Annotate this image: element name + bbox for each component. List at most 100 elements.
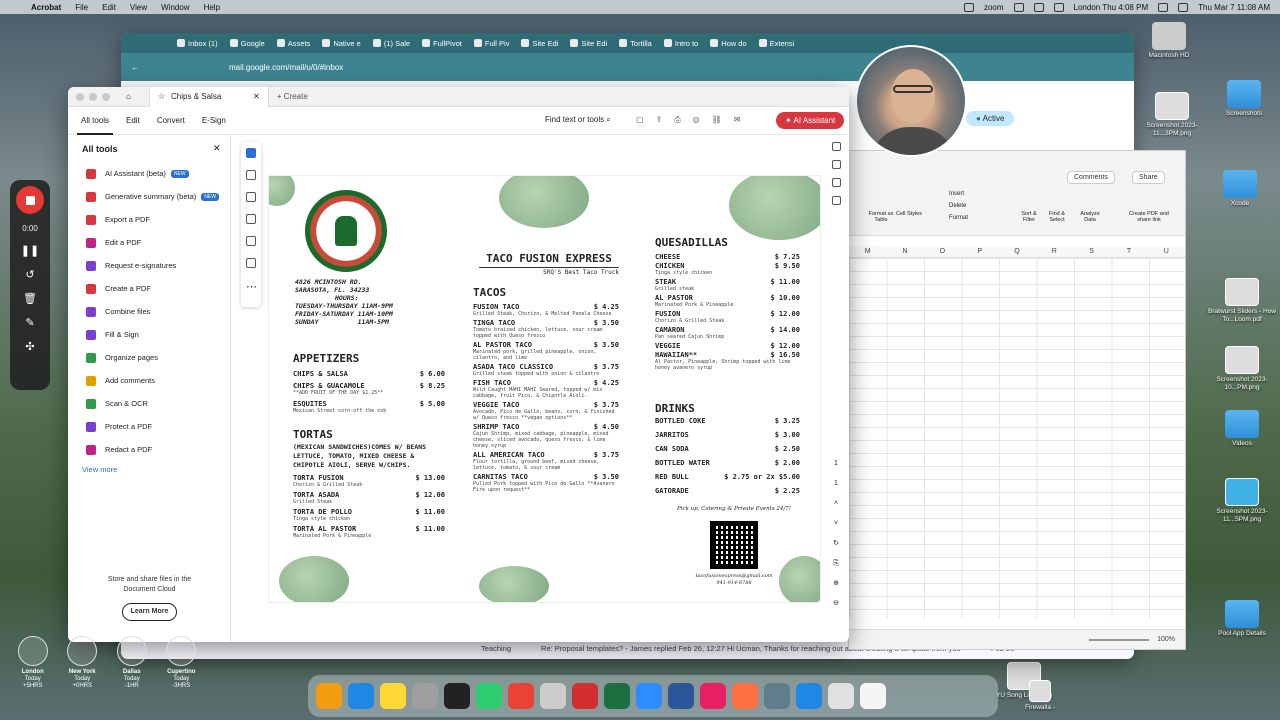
tool-item[interactable]: Generative summary (beta) NEW <box>86 185 230 208</box>
address-bar[interactable]: ← mail.google.com/mail/u/0/#inbox ☆ <box>121 53 1134 81</box>
comments-button[interactable]: Comments <box>1067 171 1115 184</box>
document-tab[interactable]: ☆ Chips & Salsa ✕ <box>148 87 269 107</box>
delete-button[interactable]: Delete <box>949 203 966 209</box>
cell-styles-button[interactable]: Cell Styles <box>895 211 923 217</box>
menu-file[interactable]: File <box>75 3 88 12</box>
browser-tab[interactable]: (1) Sale <box>367 34 416 52</box>
desktop-icon-videos[interactable]: Videos <box>1208 410 1276 448</box>
url-text[interactable]: mail.google.com/mail/u/0/#inbox <box>229 63 343 72</box>
dock-app-icon[interactable] <box>380 683 406 709</box>
chevron-down-icon[interactable]: ˅ <box>833 514 839 534</box>
dock-app-icon[interactable] <box>444 683 470 709</box>
browser-tab[interactable]: Tortilla <box>613 34 658 52</box>
stop-recording-button[interactable] <box>16 186 44 214</box>
dock-app-icon[interactable] <box>508 683 534 709</box>
wifi-icon[interactable] <box>1158 2 1169 12</box>
close-tab-icon[interactable]: ✕ <box>253 92 260 101</box>
browser-tab[interactable]: How do <box>704 34 752 52</box>
dock-app-icon[interactable] <box>700 683 726 709</box>
world-clock[interactable]: London Thu 4:08 PM <box>1074 3 1149 12</box>
pages-icon[interactable] <box>831 196 841 205</box>
create-pdf-button[interactable]: Create PDF and share link <box>1125 211 1173 223</box>
clock-london[interactable]: London Today +5HRS <box>12 636 54 696</box>
clock-new-york[interactable]: New York Today +0HRS <box>62 636 104 696</box>
dock-app-icon[interactable] <box>348 683 374 709</box>
format-button[interactable]: Format <box>949 215 968 221</box>
browser-tab[interactable]: Assets <box>271 34 317 52</box>
home-icon[interactable]: ⌂ <box>126 92 131 101</box>
tool-item[interactable]: Fill & Sign <box>86 323 230 346</box>
refresh-icon[interactable]: ↻ <box>833 534 839 554</box>
browser-tab[interactable]: FullPivot <box>416 34 468 52</box>
desktop-icon-firewalla[interactable]: Firewalla - <box>1006 680 1074 712</box>
effects-icon[interactable]: ✣ <box>23 339 37 353</box>
tool-item[interactable]: Redact a PDF <box>86 438 230 461</box>
status-active[interactable]: ● Active <box>966 111 1015 126</box>
comment-icon[interactable] <box>831 160 841 169</box>
browser-tab[interactable]: Native e <box>316 34 367 52</box>
bookmark-icon[interactable] <box>831 178 841 187</box>
qr-code[interactable] <box>710 521 758 569</box>
page-number[interactable]: 1 <box>833 454 839 474</box>
save-icon[interactable]: ⎘ <box>833 554 839 574</box>
select-cursor-icon[interactable] <box>246 148 256 158</box>
menu-view[interactable]: View <box>130 3 147 12</box>
display-icon[interactable] <box>1033 2 1044 12</box>
tool-item[interactable]: AI Assistant (beta) NEW <box>86 162 230 185</box>
all-tools-menu[interactable]: All tools <box>77 107 114 135</box>
dock-app-icon[interactable] <box>572 683 598 709</box>
trash-icon[interactable]: 🗑 <box>23 291 37 305</box>
dock-app-icon[interactable] <box>732 683 758 709</box>
pen-icon[interactable] <box>246 192 256 202</box>
zoom-out-icon[interactable]: ⊖ <box>833 594 839 614</box>
star-icon[interactable]: ☆ <box>158 92 165 101</box>
spreadsheet-grid[interactable] <box>849 258 1185 618</box>
close-panel-icon[interactable]: ✕ <box>213 143 221 154</box>
desktop-icon-screenshots[interactable]: Screenshots <box>1210 80 1278 118</box>
tool-item[interactable]: Add comments <box>86 369 230 392</box>
dock-app-icon[interactable] <box>796 683 822 709</box>
browser-tab[interactable]: Site Edi <box>515 34 564 52</box>
tool-item[interactable]: Combine files <box>86 300 230 323</box>
dock-app-icon[interactable] <box>476 683 502 709</box>
insert-button[interactable]: Insert <box>949 191 964 197</box>
zoom-menu[interactable]: zoom <box>984 3 1004 12</box>
dock-app-icon[interactable] <box>764 683 790 709</box>
format-table-button[interactable]: Format as Table <box>867 211 895 223</box>
comment-icon[interactable] <box>246 170 256 180</box>
dock-app-icon[interactable] <box>828 683 854 709</box>
find-select-button[interactable]: Find & Select <box>1043 211 1071 223</box>
settings-icon[interactable] <box>963 2 974 12</box>
ai-assistant-button[interactable]: ✦ AI Assistant <box>776 112 845 129</box>
clock-dallas[interactable]: Dallas Today -1HR <box>111 636 153 696</box>
share-button[interactable]: Share <box>1132 171 1165 184</box>
analyze-data-button[interactable]: Analyze Data <box>1075 211 1105 223</box>
create-tab-button[interactable]: + Create <box>277 92 308 101</box>
pdf-page[interactable]: 4826 MCINTOSH RD. SARASOTA, FL. 34233 HO… <box>268 175 821 603</box>
sort-filter-button[interactable]: Sort & Filter <box>1015 211 1043 223</box>
tool-item[interactable]: Create a PDF <box>86 277 230 300</box>
browser-tab[interactable]: Inbox (1) <box>171 34 224 52</box>
text-select-icon[interactable] <box>246 236 256 246</box>
desktop-icon-xcode[interactable]: Xcode <box>1206 170 1274 208</box>
window-controls[interactable] <box>76 92 110 101</box>
back-icon[interactable]: ← <box>131 63 139 72</box>
dock-app-icon[interactable] <box>540 683 566 709</box>
menu-edit[interactable]: Edit <box>102 3 116 12</box>
convert-menu[interactable]: Convert <box>153 107 189 135</box>
desktop-icon-screenshot[interactable]: Screenshot 2023-10...PM.png <box>1208 346 1276 392</box>
tool-item[interactable]: Organize pages <box>86 346 230 369</box>
edit-menu[interactable]: Edit <box>122 107 144 135</box>
zoom-slider[interactable] <box>1089 638 1150 641</box>
tool-item[interactable]: Protect a PDF <box>86 415 230 438</box>
search-icon[interactable] <box>1178 2 1189 12</box>
dock-app-icon[interactable] <box>860 683 886 709</box>
browser-tab[interactable]: Site Edi <box>564 34 613 52</box>
dock-app-icon[interactable] <box>636 683 662 709</box>
more-icon[interactable]: ⋯ <box>246 280 257 293</box>
browser-tab[interactable]: Intro to <box>658 34 704 52</box>
browser-tab[interactable]: Full Piv <box>468 34 516 52</box>
desktop-icon-screenshot[interactable]: Screenshot 2023-11...3PM.png <box>1138 92 1206 138</box>
chevron-up-icon[interactable]: ˄ <box>833 494 839 514</box>
dock-app-icon[interactable] <box>604 683 630 709</box>
